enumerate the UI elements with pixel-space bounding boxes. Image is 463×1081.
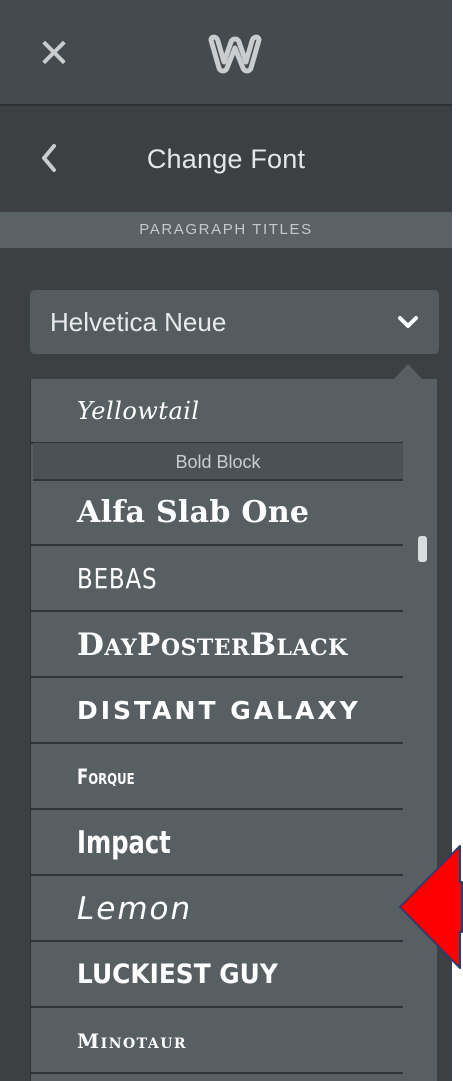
font-option-dayposterblack[interactable]: DayPosterBlack	[31, 613, 403, 678]
panel-header: Change Font	[0, 106, 452, 210]
weebly-logo-icon	[208, 34, 262, 74]
font-option-impact[interactable]: Impact	[31, 811, 403, 876]
top-bar: ✕	[0, 0, 452, 106]
font-option-label: Lemon	[77, 890, 193, 927]
font-option-minotaur[interactable]: Minotaur	[31, 1009, 403, 1074]
dropdown-caret	[394, 364, 422, 379]
font-option-label: BEBAS	[77, 562, 158, 595]
chevron-down-icon	[398, 316, 418, 328]
font-select-value: Helvetica Neue	[50, 307, 227, 337]
font-option-distant-galaxy[interactable]: DISTANT GALAXY	[31, 679, 403, 744]
red-arrow-annotation	[399, 845, 463, 969]
font-option-bebas[interactable]: BEBAS	[31, 547, 403, 612]
font-option-label: DISTANT GALAXY	[77, 696, 361, 725]
font-editor-panel: ✕ Change Font PARAGRAPH TITLES Helvetica…	[0, 0, 452, 1081]
font-option-label: DayPosterBlack	[77, 626, 348, 663]
font-dropdown-list[interactable]: Yellowtail Bold Block Alfa Slab One BEBA…	[30, 379, 437, 1081]
font-option-label: Minotaur	[77, 1028, 188, 1053]
font-option-label: LUCKIEST GUY	[77, 959, 278, 990]
font-option-forque[interactable]: Forque	[31, 745, 403, 810]
font-option-label: Yellowtail	[77, 396, 200, 425]
close-icon[interactable]: ✕	[34, 34, 74, 74]
section-label: PARAGRAPH TITLES	[0, 212, 452, 248]
scrollbar-thumb[interactable]	[418, 536, 427, 562]
font-option-label: Forque	[77, 764, 135, 789]
panel-title: Change Font	[146, 144, 306, 174]
font-option-label: Impact	[77, 824, 171, 861]
font-option-alfa-slab-one[interactable]: Alfa Slab One	[31, 481, 403, 546]
font-option-lemon[interactable]: Lemon	[31, 877, 403, 942]
font-option-luckiest-guy[interactable]: LUCKIEST GUY	[31, 943, 403, 1008]
font-select[interactable]: Helvetica Neue	[30, 290, 439, 354]
font-option-label: Alfa Slab One	[77, 495, 310, 530]
font-group-header: Bold Block	[33, 443, 403, 481]
font-option-yellowtail[interactable]: Yellowtail	[31, 379, 403, 444]
